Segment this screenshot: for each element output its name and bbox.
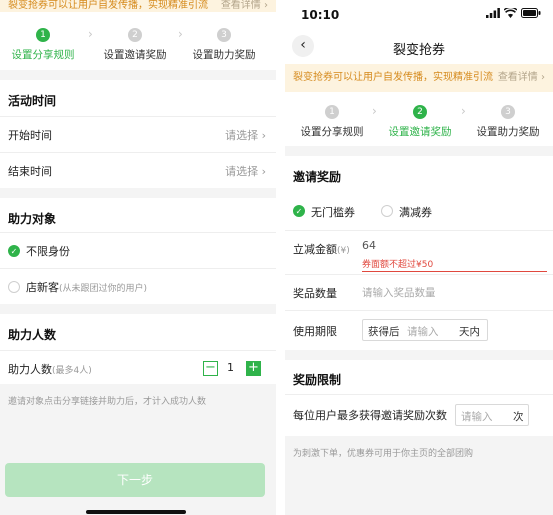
section-title: 邀请奖励 [293, 170, 342, 184]
validity-row: 使用期限 获得后 请输入 天内 [285, 310, 553, 350]
decrement-button[interactable]: − [203, 361, 218, 376]
step-3-label: 设置助力奖励 [192, 49, 256, 61]
section-title: 助力对象 [8, 212, 57, 226]
quantity-input[interactable]: 请输入奖品数量 [362, 285, 436, 300]
step-3-label: 设置助力奖励 [476, 126, 540, 138]
notice-text: 裂变抢券可以让用户自发传播，实现精准引流 [8, 0, 208, 11]
status-time: 10:10 [301, 8, 340, 22]
step-indicator: 1 设置分享规则 › 2 设置邀请奖励 › 3 设置助力奖励 [0, 12, 276, 70]
nav-bar: ‹ 裂变抢券 [285, 30, 553, 64]
step-indicator: 1 设置分享规则 › 2 设置邀请奖励 › 3 设置助力奖励 [285, 92, 553, 146]
notice-more-link[interactable]: 查看详情 › [221, 0, 268, 12]
step-2-circle: 2 [413, 105, 427, 119]
start-time-row[interactable]: 开始时间 请选择 › [0, 116, 276, 152]
coupon-type-no-threshold[interactable]: 无门槛券 [311, 204, 355, 220]
limit-field[interactable]: 请输入 次 [455, 404, 529, 426]
step-3[interactable]: 3 设置助力奖励 [463, 105, 553, 139]
coupon-type-full-reduction[interactable]: 满减券 [399, 204, 432, 220]
target-option-any[interactable]: ✓ 不限身份 [0, 232, 276, 268]
chevron-right-icon: › [261, 165, 266, 178]
option-label: 不限身份 [26, 245, 70, 258]
signal-icon [486, 8, 500, 18]
battery-icon [521, 8, 541, 18]
step-2[interactable]: 2 设置邀请奖励 [375, 105, 465, 139]
error-underline [362, 271, 547, 272]
step-2-label: 设置邀请奖励 [103, 49, 167, 61]
notice-text: 裂变抢券可以让用户自发传播，实现精准引流 [293, 72, 493, 83]
step-1-label: 设置分享规则 [300, 126, 364, 138]
validity-days-input[interactable]: 请输入 [407, 324, 439, 339]
activity-time-section: 活动时间 开始时间 请选择 › 结束时间 请选择 › [0, 80, 276, 188]
left-screen: 裂变抢券可以让用户自发传播，实现精准引流 查看详情 › 1 设置分享规则 › 2… [0, 0, 276, 515]
limit-input[interactable]: 请输入 [461, 409, 493, 424]
notice-more-link[interactable]: 查看详情 › [498, 64, 545, 92]
step-1-circle: 1 [325, 105, 339, 119]
step-3-circle: 3 [217, 28, 231, 42]
next-step-button[interactable]: 下一步 [5, 463, 265, 497]
notice-banner[interactable]: 裂变抢券可以让用户自发传播，实现精准引流 查看详情 › [285, 64, 553, 92]
assist-count-label: 助力人数(最多4人) [8, 363, 92, 376]
limit-hint: 为刺激下单，优惠券可用于你主页的全部团购 [293, 449, 474, 459]
start-time-label: 开始时间 [8, 129, 52, 142]
section-title: 活动时间 [8, 94, 57, 108]
validity-prefix: 获得后 [368, 326, 400, 338]
status-bar: 10:10 [285, 0, 553, 30]
quantity-row: 奖品数量 请输入奖品数量 [285, 274, 553, 310]
validity-field[interactable]: 获得后 请输入 天内 [362, 319, 488, 341]
home-indicator [86, 510, 186, 514]
step-2[interactable]: 2 设置邀请奖励 [90, 28, 180, 62]
assist-count-section: 助力人数 助力人数(最多4人) − 1 + [0, 314, 276, 384]
target-option-new-customer[interactable]: 店新客(从未跟团过你的用户) [0, 268, 276, 304]
quantity-label: 奖品数量 [293, 287, 337, 300]
section-title: 奖励限制 [293, 373, 342, 387]
assist-count-row: 助力人数(最多4人) − 1 + [0, 350, 276, 386]
notice-banner[interactable]: 裂变抢券可以让用户自发传播，实现精准引流 查看详情 › [0, 0, 276, 12]
assist-target-section: 助力对象 ✓ 不限身份 店新客(从未跟团过你的用户) [0, 198, 276, 304]
end-time-label: 结束时间 [8, 165, 52, 178]
assist-count-value: 1 [227, 361, 234, 374]
invite-reward-section: 邀请奖励 ✓ 无门槛券 满减券 立减金额(¥) 64 券面额不超过¥50 奖品数… [285, 156, 553, 350]
page-title: 裂变抢券 [392, 43, 445, 58]
chevron-right-icon: › [261, 129, 266, 142]
radio-unchecked-icon[interactable] [8, 281, 20, 293]
radio-checked-icon[interactable]: ✓ [293, 205, 305, 217]
step-1[interactable]: 1 设置分享规则 [287, 105, 377, 139]
option-label: 店新客(从未跟团过你的用户) [26, 281, 148, 294]
wifi-icon [504, 8, 517, 18]
validity-suffix: 天内 [459, 326, 480, 338]
start-time-value: 请选择 › [225, 129, 266, 142]
reward-limit-section: 奖励限制 每位用户最多获得邀请奖励次数 请输入 次 [285, 360, 553, 436]
step-3-circle: 3 [501, 105, 515, 119]
assist-count-hint: 邀请对象点击分享链接并助力后，才计入成功人数 [8, 397, 207, 407]
radio-unchecked-icon[interactable] [381, 205, 393, 217]
validity-label: 使用期限 [293, 325, 337, 338]
radio-checked-icon[interactable]: ✓ [8, 245, 20, 257]
amount-error-text: 券面额不超过¥50 [362, 260, 434, 270]
step-2-label: 设置邀请奖励 [388, 126, 452, 138]
step-3[interactable]: 3 设置助力奖励 [179, 28, 269, 62]
end-time-row[interactable]: 结束时间 请选择 › [0, 152, 276, 188]
end-time-value: 请选择 › [225, 165, 266, 178]
amount-label: 立减金额(¥) [293, 243, 350, 256]
step-1[interactable]: 1 设置分享规则 [0, 28, 88, 62]
step-1-circle: 1 [36, 28, 50, 42]
amount-row: 立减金额(¥) 64 券面额不超过¥50 [285, 230, 553, 274]
amount-input[interactable]: 64 [362, 239, 376, 252]
increment-button[interactable]: + [246, 361, 261, 376]
limit-unit: 次 [513, 411, 524, 423]
right-screen: 10:10 ‹ 裂变抢券 裂变抢券可以让用户自发传播，实现精准引流 查看详情 ›… [285, 0, 553, 515]
system-icons [486, 8, 541, 18]
section-title: 助力人数 [8, 328, 57, 342]
limit-row: 每位用户最多获得邀请奖励次数 请输入 次 [285, 394, 553, 436]
step-1-label: 设置分享规则 [11, 49, 75, 61]
step-2-circle: 2 [128, 28, 142, 42]
limit-label: 每位用户最多获得邀请奖励次数 [293, 409, 447, 422]
